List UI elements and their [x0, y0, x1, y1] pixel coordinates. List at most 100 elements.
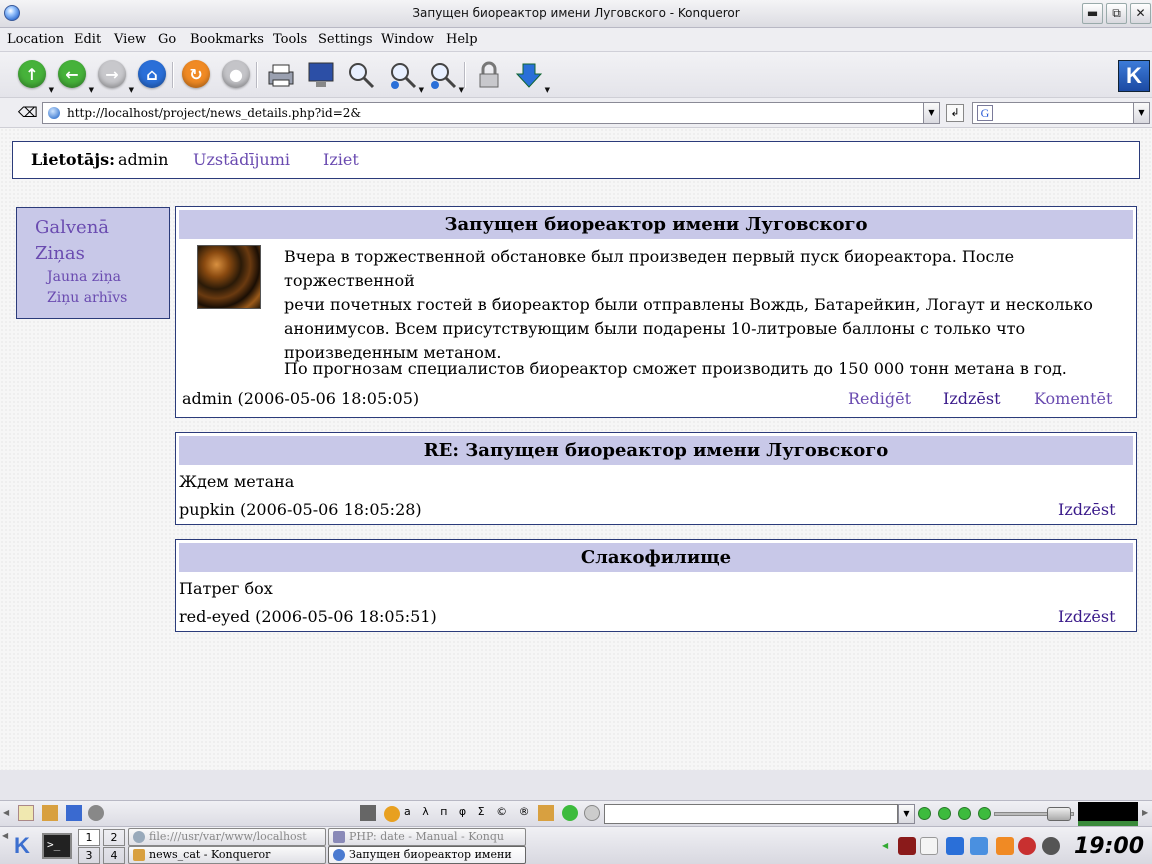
- klipper-icon[interactable]: [360, 805, 376, 821]
- nav-main-link[interactable]: Galvenā: [35, 217, 109, 238]
- minimize-button[interactable]: ▬: [1082, 3, 1103, 24]
- article-line: речи почетных гостей в биореактор были о…: [284, 295, 1093, 314]
- task-current-article[interactable]: Запущен биореактор имени: [328, 846, 526, 864]
- task-label: PHP: date - Manual - Konqu: [349, 830, 504, 843]
- search-input[interactable]: G: [972, 102, 1134, 124]
- go-button[interactable]: ↲: [946, 104, 964, 122]
- run-command-icon[interactable]: [562, 805, 578, 821]
- zoom-out-button[interactable]: ▼: [428, 60, 464, 94]
- media-stop-icon[interactable]: [958, 807, 971, 820]
- window-title: Запущен биореактор имени Луговского - Ko…: [412, 6, 740, 20]
- comment-post: Слакофилище Патрег бох red-eyed (2006-05…: [175, 539, 1137, 632]
- nav-new-item-link[interactable]: Jauna ziņa: [47, 269, 121, 285]
- upper-panel: ◀ a λ п φ Σ © ® § ▼ ▶: [0, 800, 1152, 826]
- desktop-3-button[interactable]: 3: [78, 847, 100, 864]
- nav-archive-link[interactable]: Ziņu arhīvs: [47, 290, 127, 306]
- download-tray-icon[interactable]: [946, 837, 964, 855]
- nav-news-link[interactable]: Ziņas: [35, 243, 85, 264]
- clear-command-icon[interactable]: [584, 805, 600, 821]
- network-icon[interactable]: [66, 805, 82, 821]
- recycle-icon[interactable]: [88, 805, 104, 821]
- media-prev-icon[interactable]: [918, 807, 931, 820]
- zoom-in-button[interactable]: ▼: [388, 60, 424, 94]
- speaker-icon[interactable]: [1042, 837, 1060, 855]
- bookmarks-icon[interactable]: [538, 805, 554, 821]
- menu-view[interactable]: View: [114, 32, 146, 47]
- up-button[interactable]: ↑ ▼: [18, 60, 54, 94]
- article-title: Запущен биореактор имени Луговского: [179, 210, 1133, 239]
- print-frame-button[interactable]: [306, 60, 336, 90]
- task-news-cat[interactable]: news_cat - Konqueror: [128, 846, 326, 864]
- close-button[interactable]: ✕: [1130, 3, 1151, 24]
- back-button[interactable]: ← ▼: [58, 60, 94, 94]
- url-history-dropdown[interactable]: ▼: [923, 102, 940, 124]
- logout-link[interactable]: Iziet: [323, 150, 359, 169]
- comment-post: RE: Запущен биореактор имени Луговского …: [175, 432, 1137, 525]
- desktop-2-button[interactable]: 2: [103, 829, 125, 846]
- user-name: admin: [118, 150, 169, 169]
- url-input[interactable]: http://localhost/project/news_details.ph…: [42, 102, 940, 124]
- konqueror-icon: [333, 849, 345, 861]
- comment-delete-link[interactable]: Izdzēst: [1058, 500, 1116, 519]
- task-php-manual[interactable]: PHP: date - Manual - Konqu: [328, 828, 526, 846]
- forward-icon: →: [98, 60, 126, 88]
- notes-icon[interactable]: [18, 805, 34, 821]
- panel-hide-right-icon[interactable]: ▶: [1142, 808, 1148, 817]
- zoom-out-icon: [431, 63, 457, 89]
- up-icon: ↑: [18, 60, 46, 88]
- menu-window[interactable]: Window: [381, 32, 434, 47]
- task-file-browser[interactable]: file:///usr/var/www/localhost: [128, 828, 326, 846]
- comment-meta: pupkin (2006-05-06 18:05:28): [179, 500, 422, 519]
- find-icon: [349, 63, 375, 89]
- menu-location[interactable]: Location: [7, 32, 64, 47]
- maximize-button[interactable]: ⧉: [1106, 3, 1127, 24]
- desktop-1-button[interactable]: 1: [78, 829, 100, 846]
- menu-settings[interactable]: Settings: [318, 32, 373, 47]
- menu-go[interactable]: Go: [158, 32, 176, 47]
- comment-link[interactable]: Komentēt: [1034, 389, 1112, 408]
- reload-button[interactable]: ↻: [182, 60, 212, 90]
- network-tray-icon[interactable]: [970, 837, 988, 855]
- delete-link[interactable]: Izdzēst: [943, 389, 1001, 408]
- menu-tools[interactable]: Tools: [273, 32, 307, 47]
- character-selector[interactable]: a λ п φ Σ © ® §: [404, 805, 551, 818]
- panel-hide-left-icon[interactable]: ◀: [3, 808, 9, 817]
- network-monitor-icon[interactable]: [898, 837, 916, 855]
- volume-slider-knob[interactable]: [1047, 807, 1071, 821]
- bookmarks-icon[interactable]: [42, 805, 58, 821]
- article-body: Вчера в торжественной обстановке был про…: [284, 245, 1136, 365]
- clipboard-icon[interactable]: [920, 837, 938, 855]
- command-input[interactable]: [604, 804, 898, 824]
- k-menu-icon[interactable]: K: [8, 831, 36, 861]
- home-button[interactable]: ⌂: [138, 60, 168, 90]
- media-next-icon[interactable]: [978, 807, 991, 820]
- stop-button[interactable]: ●: [222, 60, 252, 90]
- notification-icon[interactable]: [1018, 837, 1036, 855]
- media-pause-icon[interactable]: [938, 807, 951, 820]
- forward-button[interactable]: → ▼: [98, 60, 134, 94]
- firefox-icon[interactable]: [996, 837, 1014, 855]
- download-button[interactable]: ▼: [514, 60, 550, 94]
- task-label: Запущен биореактор имени: [349, 848, 512, 861]
- clear-location-icon[interactable]: ⌫: [18, 105, 38, 121]
- settings-link[interactable]: Uzstādījumi: [193, 150, 290, 169]
- volume-slider[interactable]: [994, 807, 1074, 821]
- article-meta: admin (2006-05-06 18:05:05): [182, 389, 420, 408]
- terminal-icon[interactable]: >_: [42, 833, 72, 859]
- find-button[interactable]: [346, 60, 376, 90]
- security-button[interactable]: [474, 60, 504, 90]
- comment-meta: red-eyed (2006-05-06 18:05:51): [179, 607, 437, 626]
- search-engine-dropdown[interactable]: ▼: [1133, 102, 1150, 124]
- command-history-dropdown[interactable]: ▼: [898, 804, 915, 824]
- menu-bar: Location Edit View Go Bookmarks Tools Se…: [0, 28, 1152, 52]
- menu-edit[interactable]: Edit: [74, 32, 101, 47]
- sun-icon[interactable]: [384, 806, 400, 822]
- menu-help[interactable]: Help: [446, 32, 478, 47]
- desktop-4-button[interactable]: 4: [103, 847, 125, 864]
- comment-delete-link[interactable]: Izdzēst: [1058, 607, 1116, 626]
- edit-link[interactable]: Rediģēt: [848, 389, 911, 408]
- tray-arrow-icon[interactable]: ◀: [882, 841, 888, 850]
- clock[interactable]: 19:00: [1074, 834, 1144, 859]
- print-button[interactable]: [266, 60, 296, 90]
- menu-bookmarks[interactable]: Bookmarks: [190, 32, 264, 47]
